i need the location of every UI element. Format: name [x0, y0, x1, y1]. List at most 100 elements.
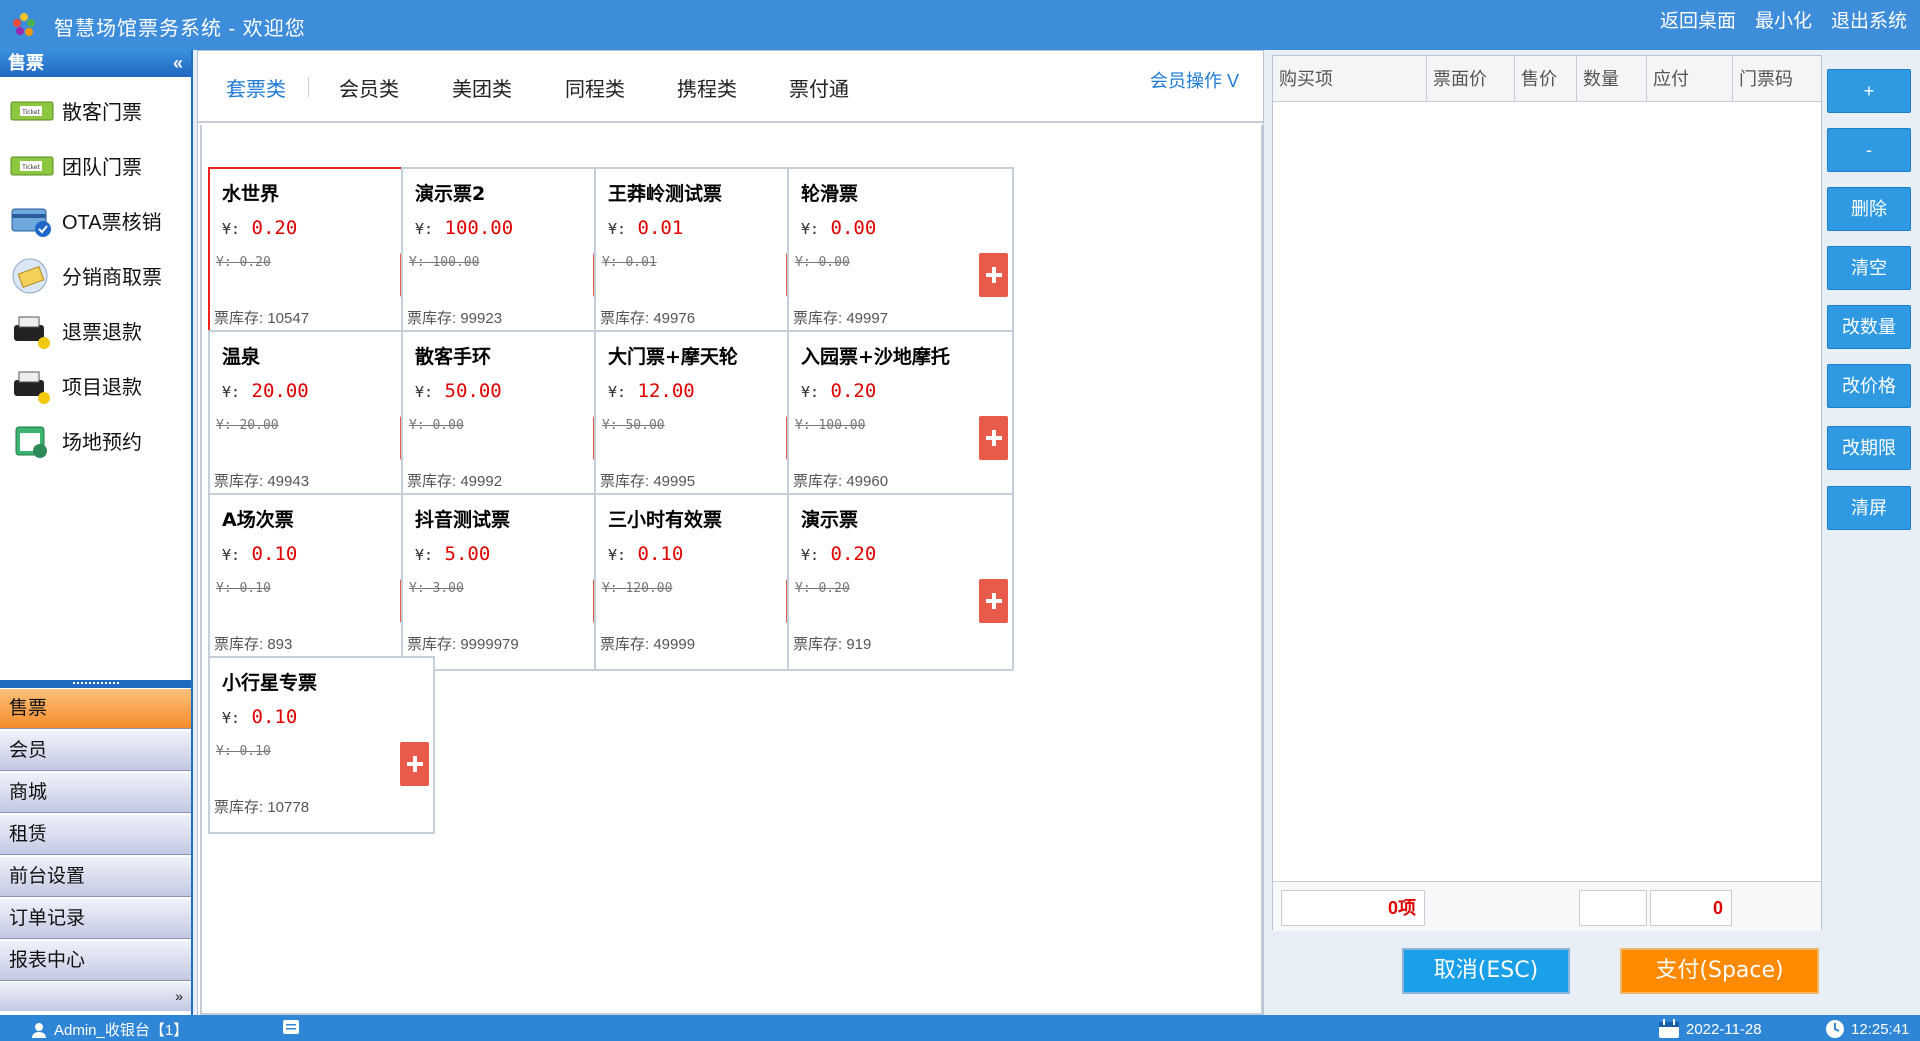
decrement-button[interactable]: - — [1827, 128, 1911, 172]
sidebar-item-distributor[interactable]: 分销商取票 — [0, 248, 191, 303]
product-stock: 票库存: 10778 — [214, 796, 309, 817]
product-stock: 票库存: 49976 — [600, 307, 695, 328]
status-time: 12:25:41 — [1825, 1019, 1909, 1039]
clear-button[interactable]: 清空 — [1827, 246, 1911, 290]
product-original-price: ¥: 0.01 — [602, 255, 657, 270]
nav-member[interactable]: 会员 — [0, 730, 191, 771]
sidebar: 售票 « Ticket 散客门票 Ticket 团队门票 OTA票核销 分销商取… — [0, 50, 193, 1016]
sidebar-item-refund-ticket[interactable]: 退票退款 — [0, 303, 191, 358]
plus-icon — [406, 756, 423, 772]
exit-system-button[interactable]: 退出系统 — [1831, 6, 1907, 33]
nav-order-records[interactable]: 订单记录 — [0, 898, 191, 939]
change-validity-button[interactable]: 改期限 — [1827, 426, 1911, 470]
add-to-cart-button[interactable] — [979, 579, 1008, 623]
product-stock: 票库存: 893 — [214, 633, 292, 654]
product-price: ¥: 0.20 — [222, 217, 297, 239]
sidebar-item-project-refund[interactable]: 项目退款 — [0, 358, 191, 413]
cancel-button[interactable]: 取消(ESC) — [1402, 948, 1570, 994]
clear-screen-button[interactable]: 清屏 — [1827, 486, 1911, 530]
sidebar-item-label: 场地预约 — [62, 432, 142, 454]
title-bar: 智慧场馆票务系统 - 欢迎您 返回桌面 最小化 退出系统 — [0, 0, 1920, 50]
app-logo-icon — [13, 13, 35, 36]
product-card[interactable]: 小行星专票 ¥: 0.10 ¥: 0.10 票库存: 10778 — [208, 656, 435, 834]
add-to-cart-button[interactable] — [400, 742, 429, 786]
user-icon — [32, 1022, 46, 1038]
sidebar-item-label: 散客门票 — [62, 102, 142, 124]
printer-refund-icon — [10, 366, 54, 406]
stock-prefix: 票库存: — [214, 473, 268, 490]
sidebar-item-ota-verify[interactable]: OTA票核销 — [0, 193, 191, 248]
col-quantity: 数量 — [1577, 56, 1647, 102]
cart-panel: 购买项 票面价 售价 数量 应付 门票码 0项 0 — [1272, 55, 1822, 931]
stock-value: 919 — [846, 636, 872, 653]
sidebar-item-group-ticket[interactable]: Ticket 团队门票 — [0, 138, 191, 193]
currency-prefix: ¥: — [222, 546, 241, 564]
nav-mall[interactable]: 商城 — [0, 772, 191, 813]
product-original-price: ¥: 0.10 — [216, 744, 271, 759]
product-stock: 票库存: 919 — [793, 633, 871, 654]
currency-prefix: ¥: — [801, 220, 820, 238]
add-to-cart-button[interactable] — [979, 416, 1008, 460]
product-card[interactable]: 入园票+沙地摩托 ¥: 0.20 ¥: 100.00 票库存: 49960 — [787, 330, 1014, 508]
cart-header: 购买项 票面价 售价 数量 应付 门票码 — [1273, 56, 1821, 102]
distributor-icon — [10, 256, 54, 296]
product-name: 演示票 — [801, 509, 859, 531]
product-name: 大门票+摩天轮 — [608, 346, 738, 368]
tab-tongcheng[interactable]: 同程类 — [565, 73, 625, 102]
product-price-value: 0.20 — [830, 380, 877, 402]
tab-ctrip[interactable]: 携程类 — [677, 73, 737, 102]
delete-button[interactable]: 删除 — [1827, 187, 1911, 231]
nav-report-center[interactable]: 报表中心 — [0, 940, 191, 981]
product-price-value: 5.00 — [444, 543, 491, 565]
stock-value: 10547 — [267, 310, 310, 327]
stock-value: 99923 — [460, 310, 503, 327]
nav-rental[interactable]: 租赁 — [0, 814, 191, 855]
product-stock: 票库存: 49995 — [600, 470, 695, 491]
product-original-price: ¥: 120.00 — [602, 581, 673, 596]
product-card[interactable]: 轮滑票 ¥: 0.00 ¥: 0.00 票库存: 49997 — [787, 167, 1014, 345]
sidebar-item-walkin-ticket[interactable]: Ticket 散客门票 — [0, 83, 191, 138]
product-price-value: 0.01 — [637, 217, 684, 239]
currency-prefix: ¥: — [222, 383, 241, 401]
currency-prefix: ¥: — [222, 220, 241, 238]
add-to-cart-button[interactable] — [979, 253, 1008, 297]
stock-prefix: 票库存: — [600, 473, 654, 490]
product-original-price: ¥: 0.00 — [409, 418, 464, 433]
tab-meituan[interactable]: 美团类 — [452, 73, 512, 102]
change-price-button[interactable]: 改价格 — [1827, 364, 1911, 408]
stock-prefix: 票库存: — [793, 636, 847, 653]
product-stock: 票库存: 49997 — [793, 307, 888, 328]
ticket-icon: Ticket — [10, 91, 54, 131]
notepad-icon[interactable] — [282, 1019, 300, 1035]
tab-member[interactable]: 会员类 — [339, 73, 399, 102]
collapse-icon[interactable]: « — [173, 50, 183, 77]
sidebar-item-venue-booking[interactable]: 场地预约 — [0, 413, 191, 468]
nav-front-settings[interactable]: 前台设置 — [0, 856, 191, 897]
tab-package[interactable]: 套票类 — [226, 73, 286, 102]
nav-sell-tickets[interactable]: 售票 — [0, 688, 191, 729]
product-price-value: 0.10 — [637, 543, 684, 565]
product-price: ¥: 0.00 — [801, 217, 876, 239]
change-quantity-button[interactable]: 改数量 — [1827, 305, 1911, 349]
cart-amount-total: 0 — [1650, 890, 1732, 926]
increment-button[interactable]: + — [1827, 69, 1911, 113]
product-original-price: ¥: 50.00 — [602, 418, 665, 433]
product-price-value: 50.00 — [444, 380, 502, 402]
product-card[interactable]: 演示票 ¥: 0.20 ¥: 0.20 票库存: 919 — [787, 493, 1014, 671]
stock-prefix: 票库存: — [600, 310, 654, 327]
member-operations-dropdown[interactable]: 会员操作 V — [1150, 67, 1239, 93]
tab-piaofutong[interactable]: 票付通 — [789, 73, 849, 102]
product-price-value: 0.00 — [830, 217, 877, 239]
return-desktop-button[interactable]: 返回桌面 — [1660, 6, 1736, 33]
currency-prefix: ¥: — [608, 220, 627, 238]
minimize-button[interactable]: 最小化 — [1755, 6, 1812, 33]
product-grid: 水世界 ¥: 0.20 ¥: 0.20 票库存: 10547 演示票2 ¥: 100.00… — [200, 125, 1263, 1015]
nav-more-icon[interactable]: » — [0, 982, 191, 1011]
currency-prefix: ¥: — [801, 546, 820, 564]
pay-button[interactable]: 支付(Space) — [1620, 948, 1819, 994]
stock-value: 49997 — [846, 310, 889, 327]
product-original-price: ¥: 100.00 — [795, 418, 866, 433]
currency-prefix: ¥: — [608, 383, 627, 401]
stock-value: 9999979 — [460, 636, 519, 653]
resize-grip[interactable] — [0, 680, 191, 688]
